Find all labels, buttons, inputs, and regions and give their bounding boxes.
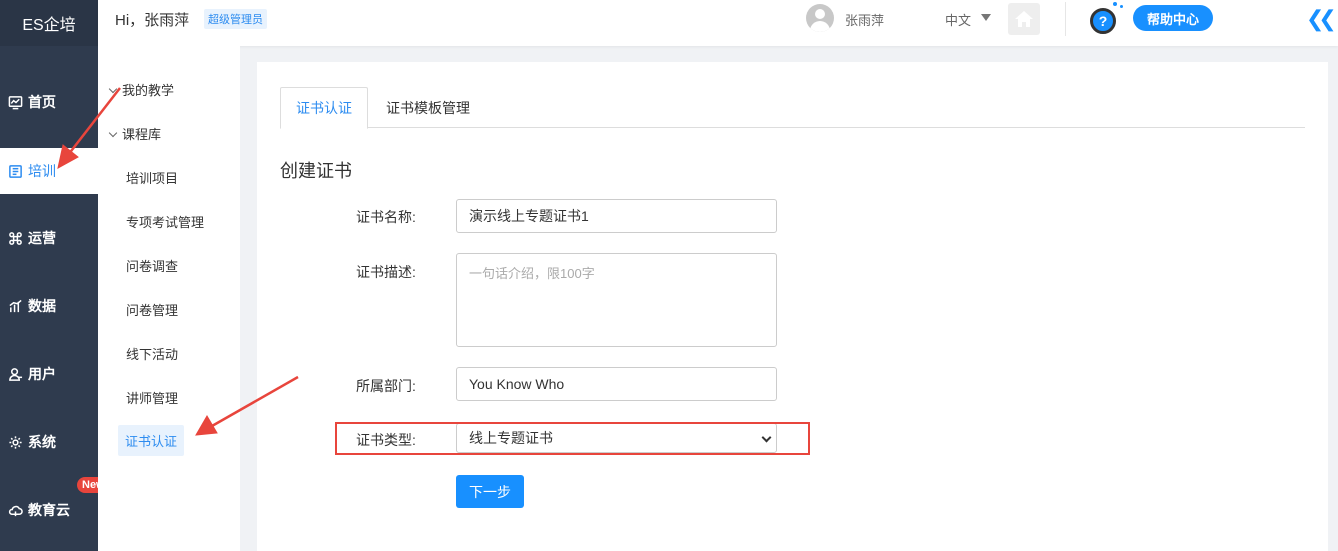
annotation-arrow [195,375,299,436]
annotation-arrow [57,87,121,169]
annotation-arrows [57,87,299,436]
